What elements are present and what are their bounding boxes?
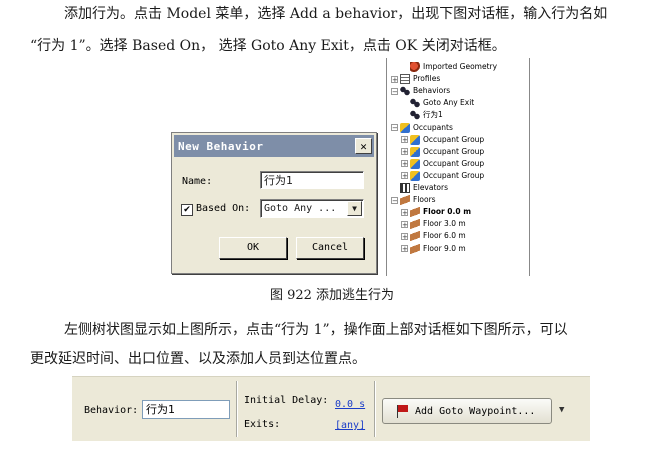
tree-item[interactable]: + Occupant Group	[401, 146, 484, 158]
based-on-label: Based On:	[196, 203, 251, 214]
occupant-group-icon	[410, 134, 420, 145]
chevron-down-icon[interactable]: ▼	[347, 201, 362, 216]
toolbar-divider	[374, 381, 375, 437]
dialog-title: New Behavior	[178, 139, 264, 153]
dialog-title-bar[interactable]: New Behavior ✕	[174, 135, 374, 157]
instruction-paragraph-4: 更改延迟时间、出口位置、以及添加人员到达位置点。	[30, 351, 366, 367]
expand-icon[interactable]: +	[401, 208, 408, 216]
tree-item-label: Elevators	[413, 183, 448, 192]
footprints-icon	[400, 86, 410, 97]
expand-icon[interactable]: +	[401, 232, 408, 240]
based-on-checkbox[interactable]: ✔	[181, 204, 193, 216]
tree-item[interactable]: − Behaviors	[391, 85, 450, 97]
footprints-icon	[410, 98, 420, 109]
tree-item-label: Floors	[413, 195, 436, 205]
add-goto-waypoint-label: Add Goto Waypoint...	[415, 405, 536, 417]
floor-icon	[410, 243, 420, 254]
instruction-paragraph-3: 左侧树状图显示如上图所示，点击“行为 1”，操作面上部对话框如下图所示，可以	[64, 322, 568, 338]
model-tree: Imported Geometry + Profiles − Behaviors Goto…	[386, 58, 530, 276]
tree-item[interactable]: 行为1	[401, 109, 443, 121]
floor-icon	[400, 195, 410, 206]
tree-item-label: 行为1	[423, 110, 443, 120]
tree-item-label: Profiles	[413, 74, 441, 84]
footprints-icon	[410, 110, 420, 121]
tree-item[interactable]: + Floor 0.0 m	[401, 206, 471, 218]
tree-item[interactable]: − Occupants	[391, 122, 453, 134]
add-goto-waypoint-button[interactable]: Add Goto Waypoint...	[382, 398, 552, 424]
behavior-name-input[interactable]: 行为1	[260, 171, 364, 189]
tree-item-label: Occupant Group	[423, 146, 485, 156]
occupants-icon	[400, 122, 410, 133]
tree-item-label: Imported Geometry	[423, 62, 498, 71]
based-on-select-value: Goto Any ...	[264, 203, 337, 214]
tree-item-label: Behaviors	[413, 86, 451, 96]
occupant-group-icon	[410, 158, 420, 169]
collapse-icon[interactable]: −	[391, 124, 398, 132]
tree-item[interactable]: Elevators	[391, 182, 448, 194]
cancel-button[interactable]: Cancel	[296, 237, 364, 259]
tree-item[interactable]: + Floor 9.0 m	[401, 243, 466, 255]
expand-icon[interactable]: +	[391, 75, 398, 83]
floor-icon	[410, 219, 420, 230]
elevator-icon	[400, 183, 410, 193]
exits-label: Exits:	[244, 419, 281, 430]
profiles-icon	[400, 74, 410, 85]
geometry-icon	[410, 62, 420, 72]
expand-icon[interactable]: +	[401, 160, 408, 168]
expand-icon[interactable]: +	[401, 245, 408, 253]
expand-icon[interactable]: +	[401, 136, 408, 144]
floor-icon	[410, 207, 420, 218]
figure-caption: 图 922 添加逃生行为	[269, 288, 395, 303]
tree-item[interactable]: + Occupant Group	[401, 158, 484, 170]
tree-item-label: Occupants	[413, 122, 453, 132]
tree-item[interactable]: + Floor 3.0 m	[401, 218, 466, 230]
expand-icon[interactable]: +	[401, 220, 408, 228]
instruction-paragraph-2: “行为 1”。选择 Based On， 选择 Goto Any Exit，点击 …	[30, 38, 506, 54]
tree-item[interactable]: − Floors	[391, 194, 436, 206]
toolbar-divider	[236, 381, 237, 437]
chevron-down-icon[interactable]: ▼	[559, 405, 564, 415]
occupant-group-icon	[410, 146, 420, 157]
instruction-paragraph-1: 添加行为。点击 Model 菜单，选择 Add a behavior，出现下图对…	[64, 6, 608, 22]
behavior-name-field[interactable]: 行为1	[142, 400, 230, 419]
expand-icon[interactable]: +	[401, 172, 408, 180]
close-icon[interactable]: ✕	[355, 138, 372, 154]
based-on-select[interactable]: Goto Any ... ▼	[260, 199, 364, 218]
red-flag-icon	[397, 404, 409, 418]
behavior-toolbar: Behavior: 行为1 Initial Delay: 0.0 s Exits…	[72, 376, 590, 441]
initial-delay-label: Initial Delay:	[244, 395, 329, 406]
exits-link[interactable]: [any]	[335, 420, 365, 431]
tree-item-label: Floor 9.0 m	[423, 243, 466, 253]
behavior-label: Behavior:	[84, 405, 139, 416]
tree-item[interactable]: + Floor 6.0 m	[401, 230, 466, 242]
tree-item-label: Goto Any Exit	[423, 98, 475, 108]
tree-item[interactable]: Goto Any Exit	[401, 97, 474, 109]
tree-item[interactable]: + Occupant Group	[401, 134, 484, 146]
tree-item[interactable]: Imported Geometry	[401, 61, 497, 73]
collapse-icon[interactable]: −	[391, 87, 398, 95]
tree-item-label: Floor 0.0 m	[423, 207, 472, 217]
name-label: Name:	[182, 176, 213, 187]
collapse-icon[interactable]: −	[391, 196, 398, 204]
ok-button[interactable]: OK	[219, 237, 287, 259]
tree-item[interactable]: + Profiles	[391, 73, 440, 85]
tree-item-label: Occupant Group	[423, 134, 485, 144]
occupant-group-icon	[410, 170, 420, 181]
expand-icon[interactable]: +	[401, 148, 408, 156]
tree-item[interactable]: + Occupant Group	[401, 170, 484, 182]
initial-delay-link[interactable]: 0.0 s	[335, 399, 365, 410]
tree-item-label: Floor 3.0 m	[423, 219, 466, 229]
floor-icon	[410, 231, 420, 242]
tree-item-label: Occupant Group	[423, 158, 485, 168]
tree-item-label: Occupant Group	[423, 170, 485, 180]
new-behavior-dialog: New Behavior ✕ Name: 行为1 ✔ Based On: Got…	[171, 132, 377, 274]
tree-item-label: Floor 6.0 m	[423, 231, 466, 241]
